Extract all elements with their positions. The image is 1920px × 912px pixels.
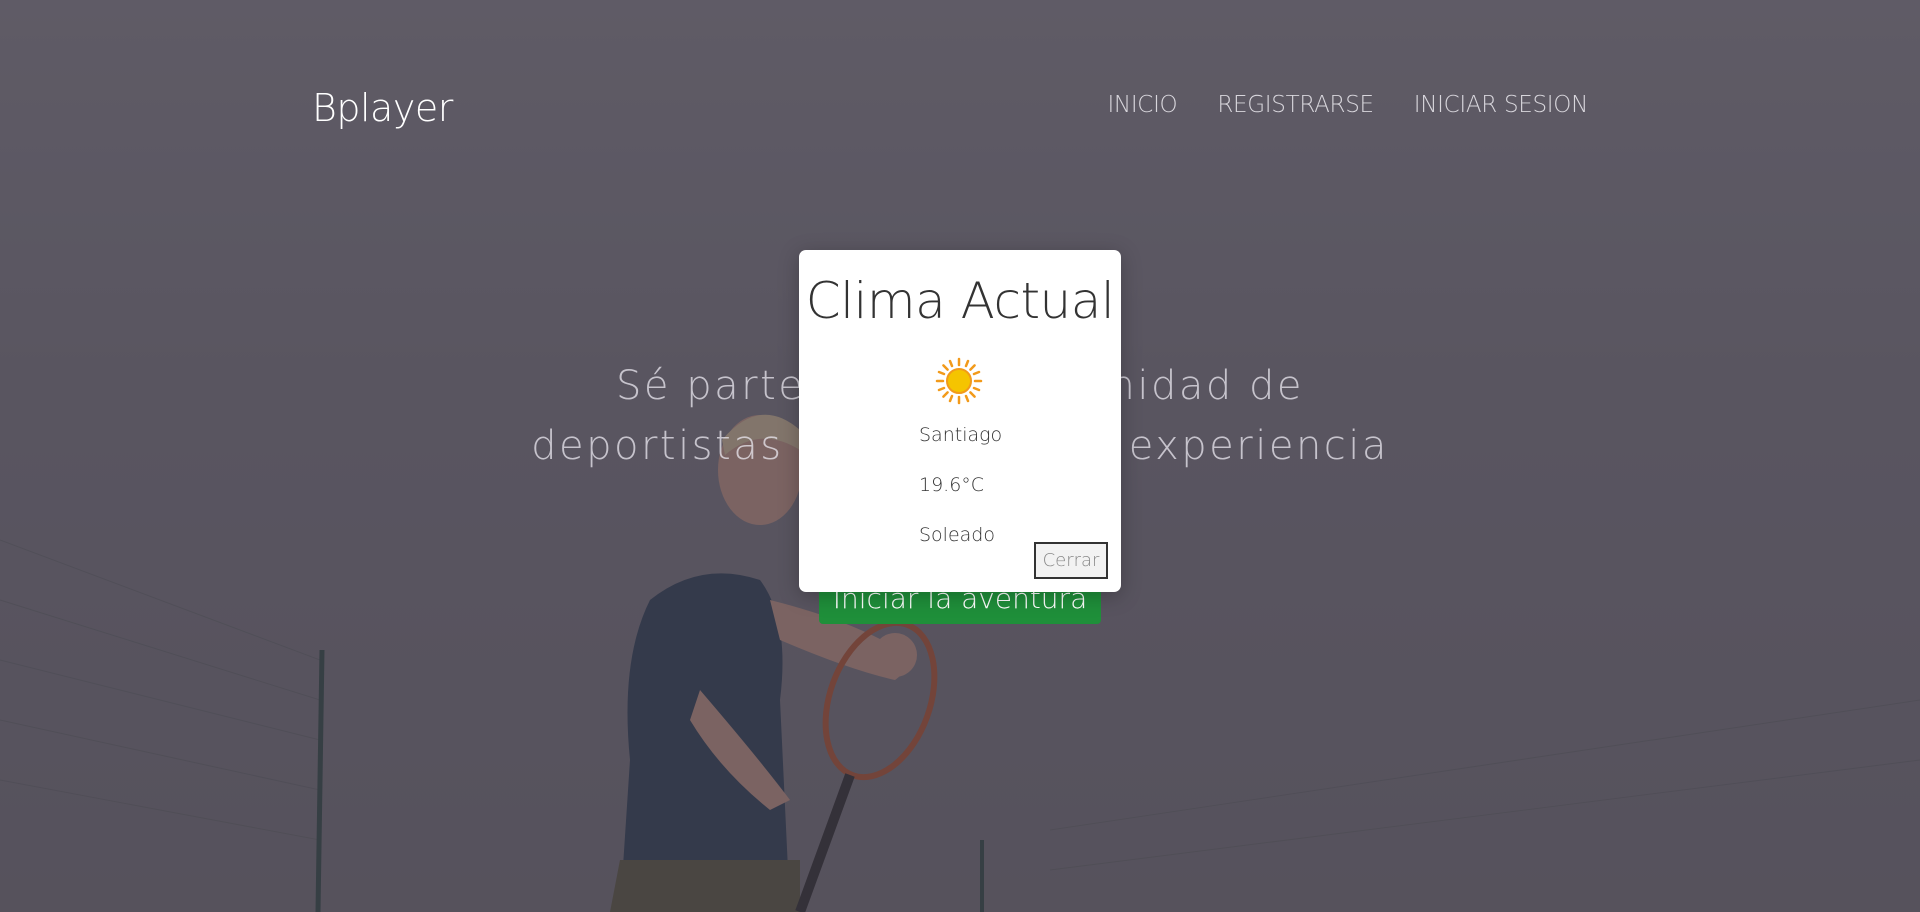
close-button[interactable]: Cerrar [1034,542,1108,579]
nav-iniciar-sesion[interactable]: INICIAR SESION [1414,92,1589,118]
weather-temperature: 19.6°C [919,474,985,496]
main-nav: INICIO REGISTRARSE INICIAR SESION [1107,92,1588,118]
nav-registrarse[interactable]: REGISTRARSE [1217,92,1374,118]
weather-city: Santiago [919,424,1003,446]
weather-condition: Soleado [919,524,995,546]
modal-title: Clima Actual [805,272,1115,330]
sun-icon [935,357,983,405]
nav-inicio[interactable]: INICIO [1107,92,1177,118]
brand-logo[interactable]: Bplayer [312,86,453,130]
weather-modal: Clima Actual Santiago 19.6°C Soleado Cer… [799,250,1121,592]
